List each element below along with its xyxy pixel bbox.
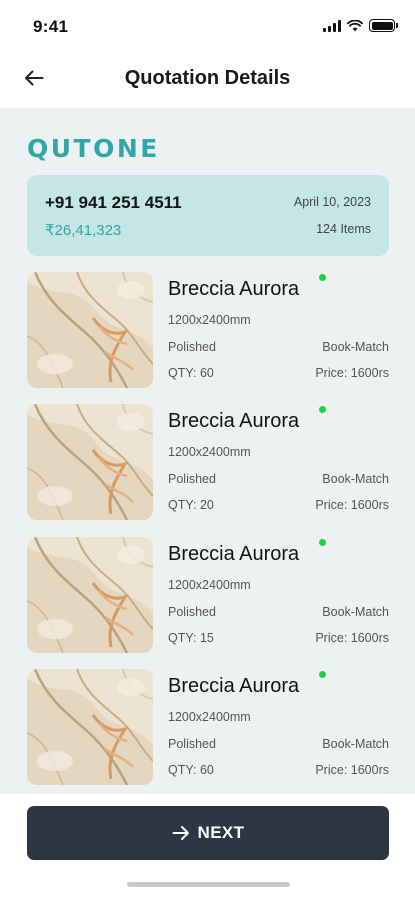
product-item[interactable]: Breccia Aurora 1200x2400mm Polished Book…	[27, 537, 389, 653]
product-match: Book-Match	[322, 472, 389, 486]
wifi-icon	[347, 19, 363, 31]
product-item[interactable]: Breccia Aurora 1200x2400mm Polished Book…	[27, 404, 389, 520]
product-finish: Polished	[168, 472, 216, 486]
battery-icon	[369, 19, 398, 32]
product-item[interactable]: Breccia Aurora 1200x2400mm Polished Book…	[27, 272, 389, 388]
header: Quotation Details	[0, 50, 415, 108]
product-name: Breccia Aurora	[168, 410, 300, 432]
customer-phone: +91 941 251 4511	[45, 193, 182, 212]
in-stock-dot-icon	[319, 539, 326, 546]
next-button-label: NEXT	[197, 823, 245, 842]
marble-thumbnail	[27, 537, 153, 653]
in-stock-dot-icon	[319, 274, 326, 281]
product-name: Breccia Aurora	[168, 675, 300, 697]
product-finish: Polished	[168, 737, 216, 751]
next-button[interactable]: NEXT	[27, 806, 389, 860]
marble-thumbnail	[27, 272, 153, 388]
status-bar: 9:41	[0, 0, 415, 50]
quotation-content: QUTONE +91 941 251 4511 ₹26,41,323 April…	[0, 108, 415, 794]
status-icons	[323, 19, 398, 32]
quotation-date: April 10, 2023	[293, 195, 371, 209]
in-stock-dot-icon	[319, 671, 326, 678]
arrow-right-icon	[172, 826, 189, 840]
item-count: 124 Items	[316, 222, 371, 236]
quotation-summary-card: +91 941 251 4511 ₹26,41,323 April 10, 20…	[27, 175, 389, 256]
page-title: Quotation Details	[124, 67, 291, 89]
marble-thumbnail	[27, 404, 153, 520]
product-quantity: QTY: 60	[168, 366, 214, 380]
product-name: Breccia Aurora	[168, 543, 300, 565]
product-price: Price: 1600rs	[315, 631, 389, 645]
product-match: Book-Match	[322, 737, 389, 751]
product-size: 1200x2400mm	[168, 710, 251, 724]
product-price: Price: 1600rs	[315, 763, 389, 777]
product-price: Price: 1600rs	[315, 366, 389, 380]
status-time: 9:41	[33, 17, 69, 36]
home-indicator[interactable]	[127, 882, 290, 887]
product-quantity: QTY: 20	[168, 498, 214, 512]
marble-thumbnail	[27, 669, 153, 785]
product-size: 1200x2400mm	[168, 578, 251, 592]
quotation-amount: ₹26,41,323	[45, 222, 122, 239]
product-item[interactable]: Breccia Aurora 1200x2400mm Polished Book…	[27, 669, 389, 785]
product-match: Book-Match	[322, 605, 389, 619]
product-size: 1200x2400mm	[168, 313, 251, 327]
brand-logo: QUTONE	[27, 134, 160, 163]
product-price: Price: 1600rs	[315, 498, 389, 512]
product-name: Breccia Aurora	[168, 278, 300, 300]
product-finish: Polished	[168, 605, 216, 619]
product-match: Book-Match	[322, 340, 389, 354]
product-size: 1200x2400mm	[168, 445, 251, 459]
product-finish: Polished	[168, 340, 216, 354]
in-stock-dot-icon	[319, 406, 326, 413]
product-quantity: QTY: 60	[168, 763, 214, 777]
footer: NEXT	[0, 794, 415, 900]
product-quantity: QTY: 15	[168, 631, 214, 645]
cellular-signal-icon	[323, 19, 341, 32]
